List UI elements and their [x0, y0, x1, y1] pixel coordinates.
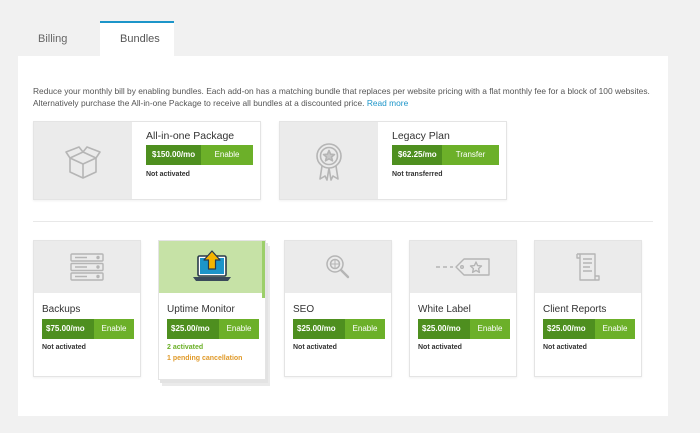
legacy-plan-image	[280, 122, 378, 199]
document-icon	[576, 253, 600, 281]
action-label: Enable	[345, 319, 385, 339]
bundle-title: Client Reports	[543, 304, 607, 315]
read-more-link[interactable]: Read more	[367, 98, 408, 108]
open-box-icon	[65, 145, 101, 179]
bundle-image	[535, 241, 641, 293]
enable-backups-button[interactable]: $75.00/mo Enable	[42, 319, 134, 339]
status-text: Not activated	[146, 171, 190, 178]
status-text: Not transferred	[392, 171, 443, 178]
bundle-image	[410, 241, 516, 293]
price-label: $62.25/mo	[392, 145, 442, 165]
price-label: $25.00/mo	[167, 319, 219, 339]
tab-bar: Billing Info Bundles	[18, 21, 174, 81]
bundle-image	[34, 241, 140, 293]
status-text: Not activated	[42, 344, 86, 351]
bundle-card-client-reports: Client Reports $25.00/mo Enable Not acti…	[534, 240, 642, 377]
laptop-upload-icon	[193, 250, 231, 281]
intro-description: Reduce your monthly bill by enabling bun…	[33, 86, 650, 108]
tag-icon	[436, 258, 490, 276]
intro-text: Reduce your monthly bill by enabling bun…	[33, 86, 663, 109]
bundle-image	[159, 241, 265, 293]
bundle-card-seo: SEO $25.00/mo Enable Not activated	[284, 240, 392, 377]
all-in-one-package-card: All-in-one Package $150.00/mo Enable Not…	[33, 121, 261, 200]
bundle-image	[285, 241, 391, 293]
bundle-card-uptime-monitor: Uptime Monitor $25.00/mo Enable 2 activa…	[158, 240, 266, 380]
enable-seo-button[interactable]: $25.00/mo Enable	[293, 319, 385, 339]
action-label: Enable	[201, 145, 253, 165]
bundle-title: SEO	[293, 304, 315, 315]
award-badge-icon	[316, 142, 342, 181]
status-text: Not activated	[543, 344, 587, 351]
activated-count-text: 2 activated	[167, 344, 204, 351]
transfer-legacy-plan-button[interactable]: $62.25/mo Transfer	[392, 145, 499, 165]
pending-cancellation-text: 1 pending cancellation	[167, 355, 243, 362]
server-icon	[70, 253, 104, 281]
action-label: Enable	[94, 319, 134, 339]
price-label: $25.00/mo	[543, 319, 595, 339]
bundle-title: Uptime Monitor	[167, 304, 235, 315]
price-label: $25.00/mo	[293, 319, 345, 339]
bundle-title: White Label	[418, 304, 471, 315]
bundle-card-backups: Backups $75.00/mo Enable Not activated	[33, 240, 141, 377]
bundles-panel: Reduce your monthly bill by enabling bun…	[18, 56, 668, 416]
bundle-card-white-label: White Label $25.00/mo Enable Not activat…	[409, 240, 517, 377]
enable-uptime-monitor-button[interactable]: $25.00/mo Enable	[167, 319, 259, 339]
package-title: Legacy Plan	[392, 130, 450, 142]
section-divider	[33, 221, 653, 222]
tab-billing-info[interactable]: Billing Info	[18, 21, 100, 81]
magnifier-icon	[326, 255, 350, 279]
all-in-one-image	[34, 122, 132, 199]
action-label: Enable	[219, 319, 259, 339]
action-label: Enable	[470, 319, 510, 339]
price-label: $25.00/mo	[418, 319, 470, 339]
package-title: All-in-one Package	[146, 130, 235, 142]
legacy-plan-card: Legacy Plan $62.25/mo Transfer Not trans…	[279, 121, 507, 200]
price-label: $75.00/mo	[42, 319, 94, 339]
price-label: $150.00/mo	[146, 145, 201, 165]
card-scrollbar[interactable]	[262, 241, 265, 298]
action-label: Transfer	[442, 145, 499, 165]
action-label: Enable	[595, 319, 635, 339]
status-text: Not activated	[418, 344, 462, 351]
status-text: Not activated	[293, 344, 337, 351]
bundle-title: Backups	[42, 304, 81, 315]
tab-bundles[interactable]: Bundles	[100, 21, 174, 57]
enable-white-label-button[interactable]: $25.00/mo Enable	[418, 319, 510, 339]
enable-all-in-one-button[interactable]: $150.00/mo Enable	[146, 145, 253, 165]
enable-client-reports-button[interactable]: $25.00/mo Enable	[543, 319, 635, 339]
